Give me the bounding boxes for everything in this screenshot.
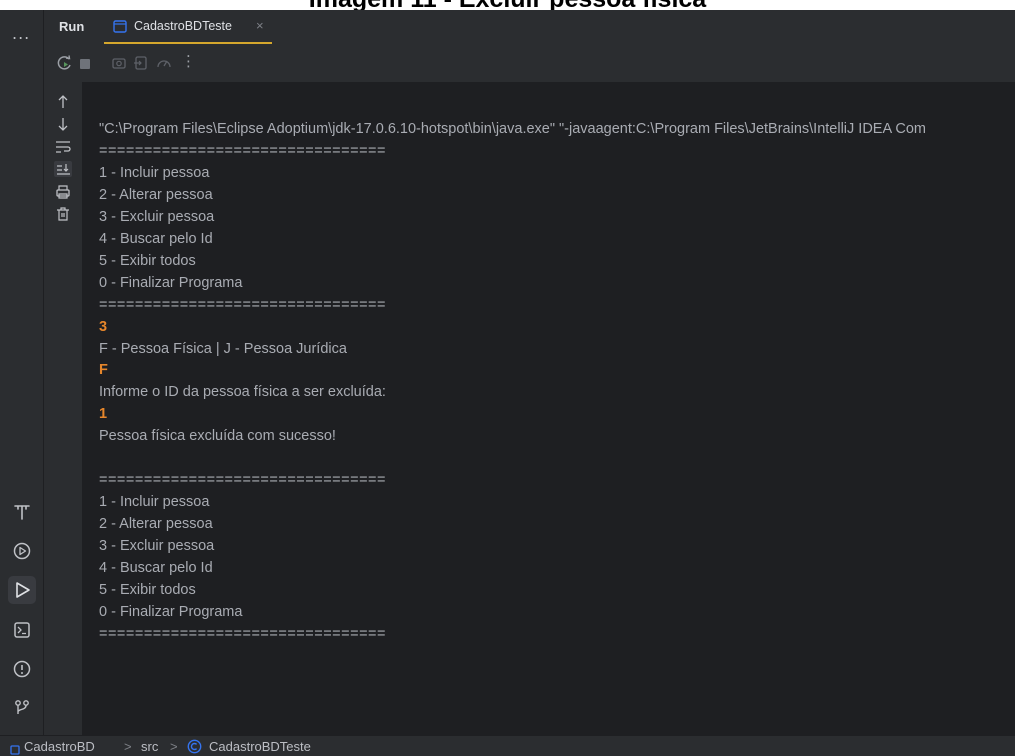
breadcrumb-src[interactable]: src (141, 739, 158, 754)
run-toolbar: ⋮ (44, 44, 1015, 82)
class-icon (187, 739, 202, 756)
page-caption: Imagem 11 - Excluir pessoa física (0, 0, 1015, 10)
console-tab-icon (113, 20, 127, 38)
console-line: 1 - Incluir pessoa (99, 494, 210, 511)
console-line: 5 - Exibir todos (99, 252, 196, 269)
console-line: 4 - Buscar pelo Id (99, 230, 213, 247)
console-line: 3 - Excluir pessoa (99, 208, 215, 225)
git-icon[interactable] (8, 694, 36, 722)
more-tools-button[interactable]: ... (12, 24, 30, 43)
console-line: 0 - Finalizar Programa (99, 603, 243, 620)
console-line: Informe o ID da pessoa física a ser excl… (99, 384, 386, 401)
console-line: 0 - Finalizar Programa (99, 274, 243, 291)
console-separator: ================================ (99, 625, 386, 642)
console-line: F - Pessoa Física | J - Pessoa Jurídica (99, 340, 347, 357)
trash-icon[interactable] (54, 206, 72, 227)
console-gutter (44, 82, 82, 735)
console-line: "C:\Program Files\Eclipse Adoptium\jdk-1… (99, 121, 926, 137)
close-icon[interactable]: × (256, 18, 264, 33)
tab-cadastrobdteste[interactable]: CadastroBDTeste × (104, 10, 272, 44)
stop-icon[interactable] (79, 57, 91, 75)
ide-window: ... Run CadastroBDTeste × ⋮ "C:\Program … (0, 10, 1015, 756)
run-tab-bar: Run CadastroBDTeste × (44, 10, 1015, 44)
breadcrumb-class[interactable]: CadastroBDTeste (209, 739, 311, 754)
scroll-to-end-icon[interactable] (54, 161, 72, 182)
hammer-icon[interactable] (8, 498, 36, 526)
run-icon[interactable] (8, 576, 36, 604)
terminal-icon[interactable] (8, 616, 36, 644)
print-icon[interactable] (54, 184, 72, 205)
console-line: 3 - Excluir pessoa (99, 538, 215, 555)
rerun-icon[interactable] (56, 54, 74, 77)
console-separator: ================================ (99, 142, 386, 159)
tab-label: CadastroBDTeste (134, 19, 232, 33)
module-icon (10, 742, 20, 756)
console-separator: ================================ (99, 296, 386, 313)
profiler-icon[interactable] (155, 54, 173, 77)
breadcrumb-separator: > (170, 739, 178, 754)
console-user-input: 3 (99, 318, 108, 335)
console-user-input: F (99, 362, 108, 379)
left-tool-strip: ... (0, 10, 44, 735)
console-line: 2 - Alterar pessoa (99, 516, 213, 533)
console-line: 1 - Incluir pessoa (99, 164, 210, 181)
console-line: 2 - Alterar pessoa (99, 186, 213, 203)
arrow-up-icon[interactable] (54, 94, 72, 115)
breadcrumb-separator: > (124, 739, 132, 754)
console-line: Pessoa física excluída com sucesso! (99, 428, 336, 445)
console-line: 4 - Buscar pelo Id (99, 560, 213, 576)
arrow-down-icon[interactable] (54, 116, 72, 137)
more-vertical-icon[interactable]: ⋮ (181, 52, 196, 70)
camera-icon[interactable] (110, 54, 128, 77)
console-separator: ================================ (99, 472, 386, 489)
console-output[interactable]: "C:\Program Files\Eclipse Adoptium\jdk-1… (82, 82, 1015, 735)
console-line: 5 - Exibir todos (99, 581, 196, 598)
problems-icon[interactable] (8, 655, 36, 683)
status-bar: CadastroBD > src > CadastroBDTeste (0, 735, 1015, 756)
run-window-title: Run (59, 19, 85, 34)
services-icon[interactable] (8, 537, 36, 565)
exit-icon[interactable] (132, 54, 150, 77)
soft-wrap-icon[interactable] (54, 139, 72, 160)
console-user-input: 1 (99, 406, 108, 423)
breadcrumb-module[interactable]: CadastroBD (24, 739, 95, 754)
